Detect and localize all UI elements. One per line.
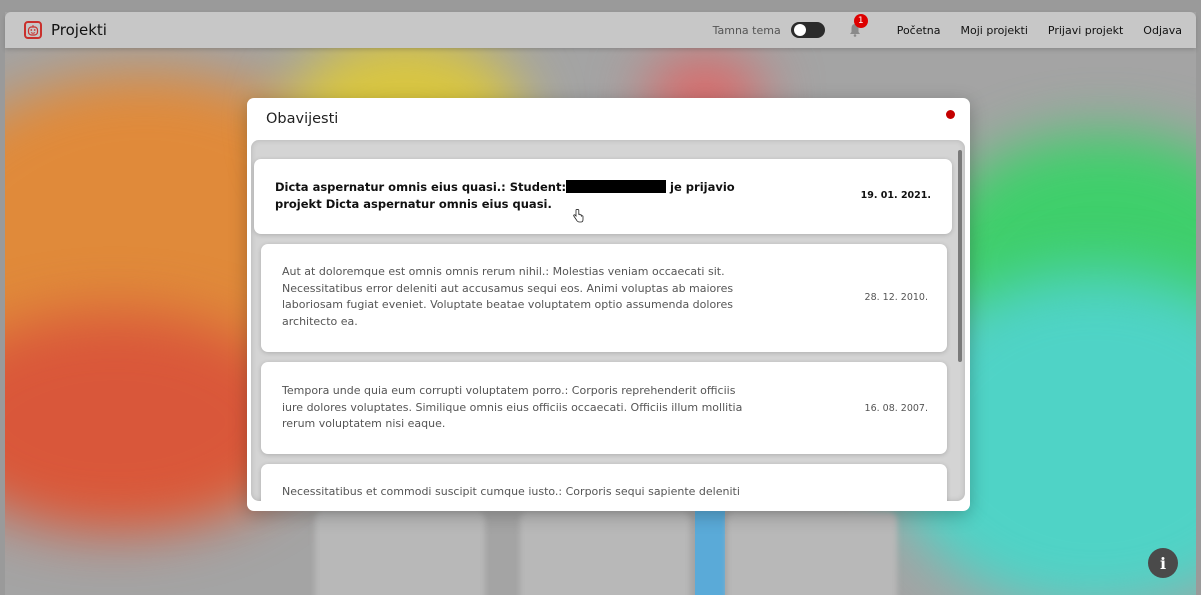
scrollbar[interactable] [958,150,962,362]
dark-theme-label: Tamna tema [712,23,781,37]
nav-link-home[interactable]: Početna [897,24,941,37]
info-button[interactable]: i [1148,548,1178,578]
notifications-bell[interactable]: 1 [849,14,868,37]
notification-item[interactable]: Tempora unde quia eum corrupti voluptate… [261,362,947,454]
info-icon: i [1159,553,1167,573]
hand-pointer-icon [573,209,584,223]
notification-text-start: Dicta aspernatur omnis eius quasi.: Stud… [275,180,567,194]
notification-message: Aut at doloremque est omnis omnis rerum … [282,265,734,328]
notification-message: Tempora unde quia eum corrupti voluptate… [282,384,743,430]
notification-item[interactable]: Necessitatibus et commodi suscipit cumqu… [261,464,947,501]
nav-link-logout[interactable]: Odjava [1143,24,1182,37]
notification-count-badge: 1 [853,14,868,28]
brand-title[interactable]: Projekti [51,21,107,39]
toggle-knob [793,24,806,36]
unread-indicator-dot [946,110,955,119]
redacted-name [566,180,667,193]
nav-link-submit-project[interactable]: Prijavi projekt [1048,24,1123,37]
notification-item[interactable]: Dicta aspernatur omnis eius quasi.: Stud… [254,159,952,234]
robot-face-icon[interactable] [24,21,42,39]
notification-date: 16. 08. 2007. [864,403,928,414]
notification-item[interactable]: Aut at doloremque est omnis omnis rerum … [261,244,947,352]
notifications-list[interactable]: Dicta aspernatur omnis eius quasi.: Stud… [251,140,965,501]
notifications-modal: Obavijesti Dicta aspernatur omnis eius q… [247,98,970,511]
notification-date: 28. 12. 2010. [864,292,928,303]
notification-date: 19. 01. 2021. [860,190,931,201]
notification-message: Dicta aspernatur omnis eius quasi.: Stud… [275,179,745,212]
notification-message: Necessitatibus et commodi suscipit cumqu… [282,485,740,498]
modal-title: Obavijesti [266,111,339,127]
navbar: Projekti Tamna tema 1 Početna Moji proje… [5,12,1196,48]
nav-link-my-projects[interactable]: Moji projekti [961,24,1028,37]
dark-theme-toggle[interactable] [790,22,825,38]
nav-right: Tamna tema 1 Početna Moji projekti Prija… [712,14,1196,38]
